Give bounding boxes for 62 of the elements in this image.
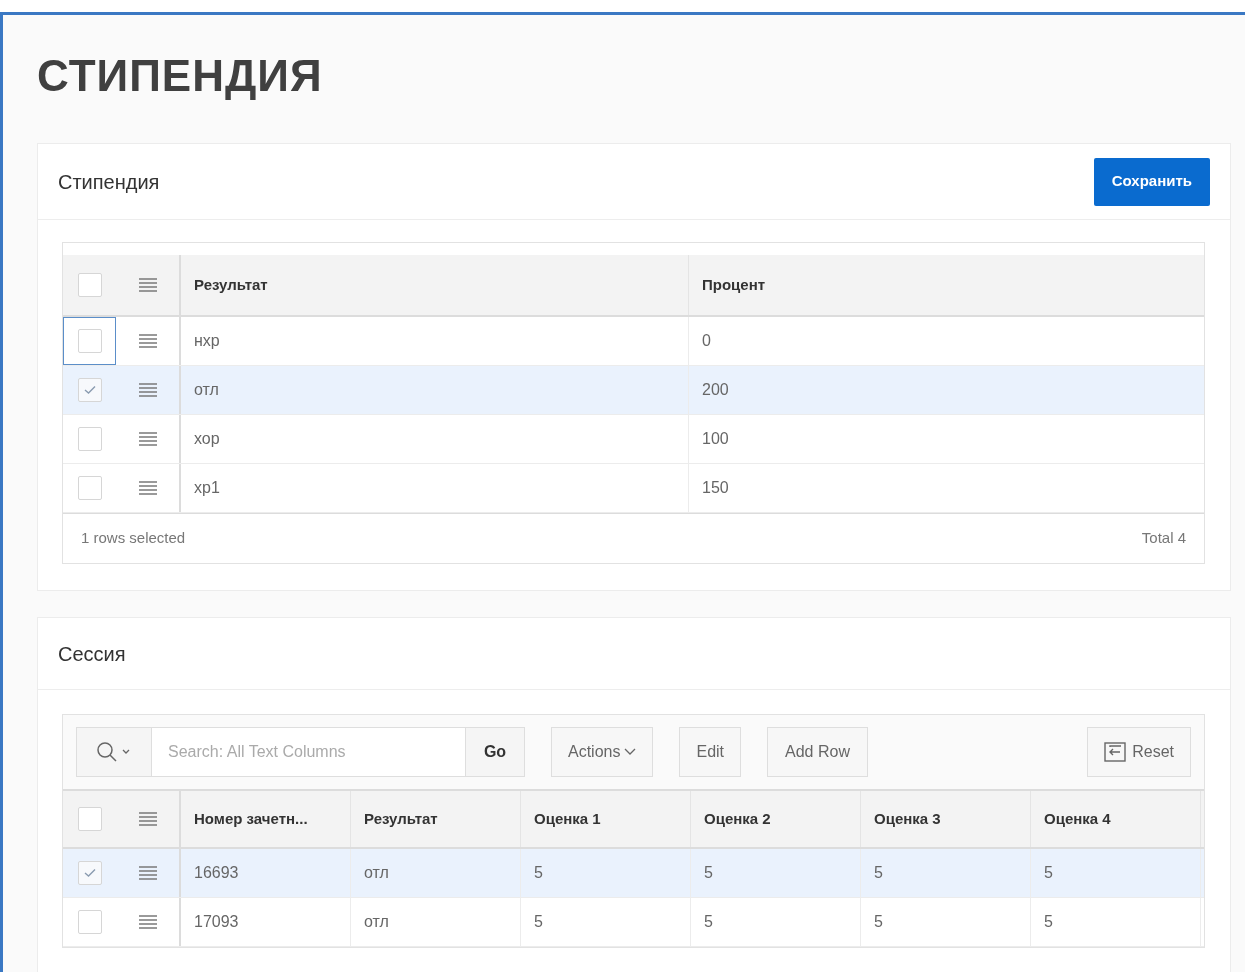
save-button[interactable]: Сохранить	[1093, 157, 1210, 206]
search-field[interactable]: Search: All Text Columns	[152, 727, 465, 777]
column-header[interactable]: Результат	[351, 791, 521, 847]
table-cell: 16693	[181, 849, 351, 897]
row-checkbox[interactable]	[77, 273, 102, 297]
table-cell: 5	[1031, 849, 1201, 897]
drag-handle-icon[interactable]	[138, 866, 157, 880]
reset-button[interactable]: Reset	[1087, 727, 1191, 777]
edit-button[interactable]: Edit	[679, 727, 742, 777]
actions-button[interactable]: Actions	[551, 727, 654, 777]
table-cell: отл	[181, 366, 689, 414]
column-header[interactable]: Номер зачетн...	[181, 791, 351, 847]
reset-icon	[1104, 742, 1127, 762]
table-cell: нхр	[181, 317, 689, 365]
search-icon	[96, 741, 132, 763]
table-cell: 17093	[181, 898, 351, 946]
search-menu-button[interactable]	[76, 727, 152, 777]
checkmark-icon	[83, 868, 96, 878]
table-cell: хор	[181, 415, 689, 463]
row-checkbox[interactable]	[77, 861, 102, 885]
column-header[interactable]: Оценка 3	[861, 791, 1031, 847]
drag-handle-icon[interactable]	[138, 812, 157, 826]
table-cell: 5	[521, 849, 691, 897]
column-header[interactable]: Оценка 2	[691, 791, 861, 847]
drag-handle-icon[interactable]	[138, 915, 157, 929]
row-checkbox[interactable]	[77, 476, 102, 500]
drag-handle-icon[interactable]	[138, 432, 157, 446]
drag-handle-icon[interactable]	[138, 481, 157, 495]
page-title: СТИПЕНДИЯ	[37, 50, 323, 102]
region-title: Сессия	[58, 641, 126, 667]
table-cell: 5	[861, 849, 1031, 897]
row-checkbox[interactable]	[77, 427, 102, 451]
selection-count: 1 rows selected	[81, 528, 186, 549]
add-row-button[interactable]: Add Row	[767, 727, 868, 777]
table-cell: 5	[1031, 898, 1201, 946]
go-button[interactable]: Go	[465, 727, 525, 777]
table-cell: 5	[521, 898, 691, 946]
column-header[interactable]: Результат	[181, 255, 689, 315]
table-cell-text: 200	[701, 380, 730, 400]
row-checkbox[interactable]	[77, 807, 102, 831]
drag-handle-icon[interactable]	[138, 383, 157, 397]
total-count: Total 4	[1141, 528, 1186, 549]
table-cell-text: 100	[701, 429, 730, 449]
row-checkbox[interactable]	[77, 329, 102, 353]
region-title: Стипендия	[58, 169, 160, 195]
column-header[interactable]: Оценка 1	[521, 791, 691, 847]
row-checkbox[interactable]	[77, 910, 102, 934]
table-cell: хр1	[181, 464, 689, 512]
table-cell: отл	[351, 849, 521, 897]
table-cell: 5	[861, 898, 1031, 946]
table-cell: отл	[351, 898, 521, 946]
column-header[interactable]: Оценка 4	[1031, 791, 1201, 847]
table-cell: 5	[691, 849, 861, 897]
caret-icon	[624, 748, 637, 756]
table-cell: 5	[691, 898, 861, 946]
drag-handle-icon[interactable]	[138, 334, 157, 348]
column-header[interactable]: Процент	[689, 255, 1204, 315]
checkmark-icon	[83, 385, 96, 395]
row-checkbox[interactable]	[77, 378, 102, 402]
drag-handle-icon[interactable]	[138, 278, 157, 292]
table-cell-text: 150	[701, 478, 730, 498]
table-cell-text: 0	[701, 331, 712, 351]
